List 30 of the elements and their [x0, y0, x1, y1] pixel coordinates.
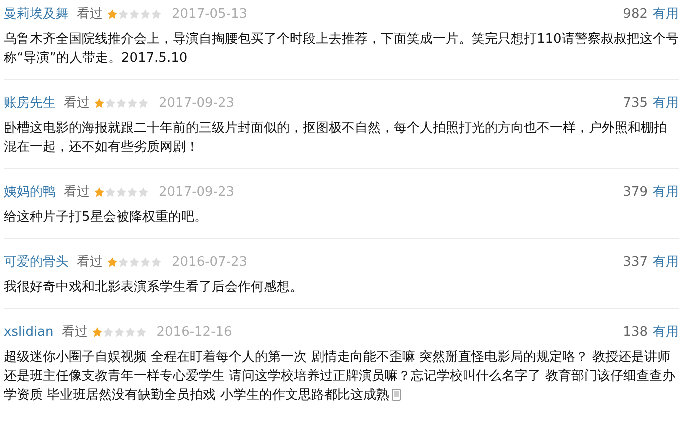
watched-status: 看过 — [64, 95, 90, 112]
user-link[interactable]: 姨妈的鸭 — [4, 183, 56, 201]
watched-status: 看过 — [77, 6, 103, 23]
review-date: 2017-09-23 — [159, 184, 235, 200]
review-text: 卧槽这电影的海报就跟二十年前的三级片封面似的，抠图极不自然，每个人拍照打光的方向也不一样，户外照和棚拍混在一起，还不如有些劣质网剧！ — [4, 120, 668, 157]
useful-link[interactable]: 有用 — [653, 323, 679, 341]
useful-link[interactable]: 有用 — [653, 253, 679, 271]
user-link[interactable]: 曼莉埃及舞 — [4, 5, 69, 23]
user-link[interactable]: 账房先生 — [4, 94, 56, 112]
user-link[interactable]: xslidian — [4, 324, 54, 340]
watched-status: 看过 — [62, 324, 88, 341]
vote-count: 337 — [623, 254, 648, 270]
vote-count: 379 — [623, 184, 648, 200]
vote-count: 982 — [623, 6, 648, 22]
review-text: 超级迷你小圈子自娱视频 全程在盯着每个人的第一次 剧情走向能不歪嘛 突然掰直怪电影局的规定咯？ 教授还是讲师还是班主任像支教青年一样专心爱学生 请问这学校培养过正牌演员嘛？忘记学校叫什么名字了 教育部门该仔细查查办学资质 毕业班居然没有缺勤全员拍戏 小学生的作文思路都比这成熟 — [4, 349, 676, 405]
vote-count: 138 — [623, 324, 648, 340]
useful-link[interactable]: 有用 — [653, 183, 679, 201]
review-date: 2017-09-23 — [159, 96, 235, 110]
watched-status: 看过 — [77, 254, 103, 271]
vote-count: 735 — [623, 96, 648, 110]
review-text: 我很好奇中戏和北影表演系学生看了后会作何感想。 — [4, 279, 304, 297]
user-link[interactable]: 可爱的骨头 — [4, 253, 69, 271]
review-date: 2016-12-16 — [156, 324, 232, 340]
useful-link[interactable]: 有用 — [653, 94, 679, 112]
review-date: 2017-05-13 — [172, 6, 248, 22]
review-text: 乌鲁木齐全国院线推介会上，导演自掏腰包买了个时段上去推荐，下面笑成一片。笑完只想打110请警察叔叔把这个号称“导演”的人带走。2017.5.10 — [4, 31, 679, 68]
watched-status: 看过 — [64, 184, 90, 201]
review-date: 2016-07-23 — [172, 254, 248, 270]
useful-link[interactable]: 有用 — [653, 5, 679, 23]
review-text: 给这种片子打5星会被降权重的吧。 — [4, 209, 208, 227]
